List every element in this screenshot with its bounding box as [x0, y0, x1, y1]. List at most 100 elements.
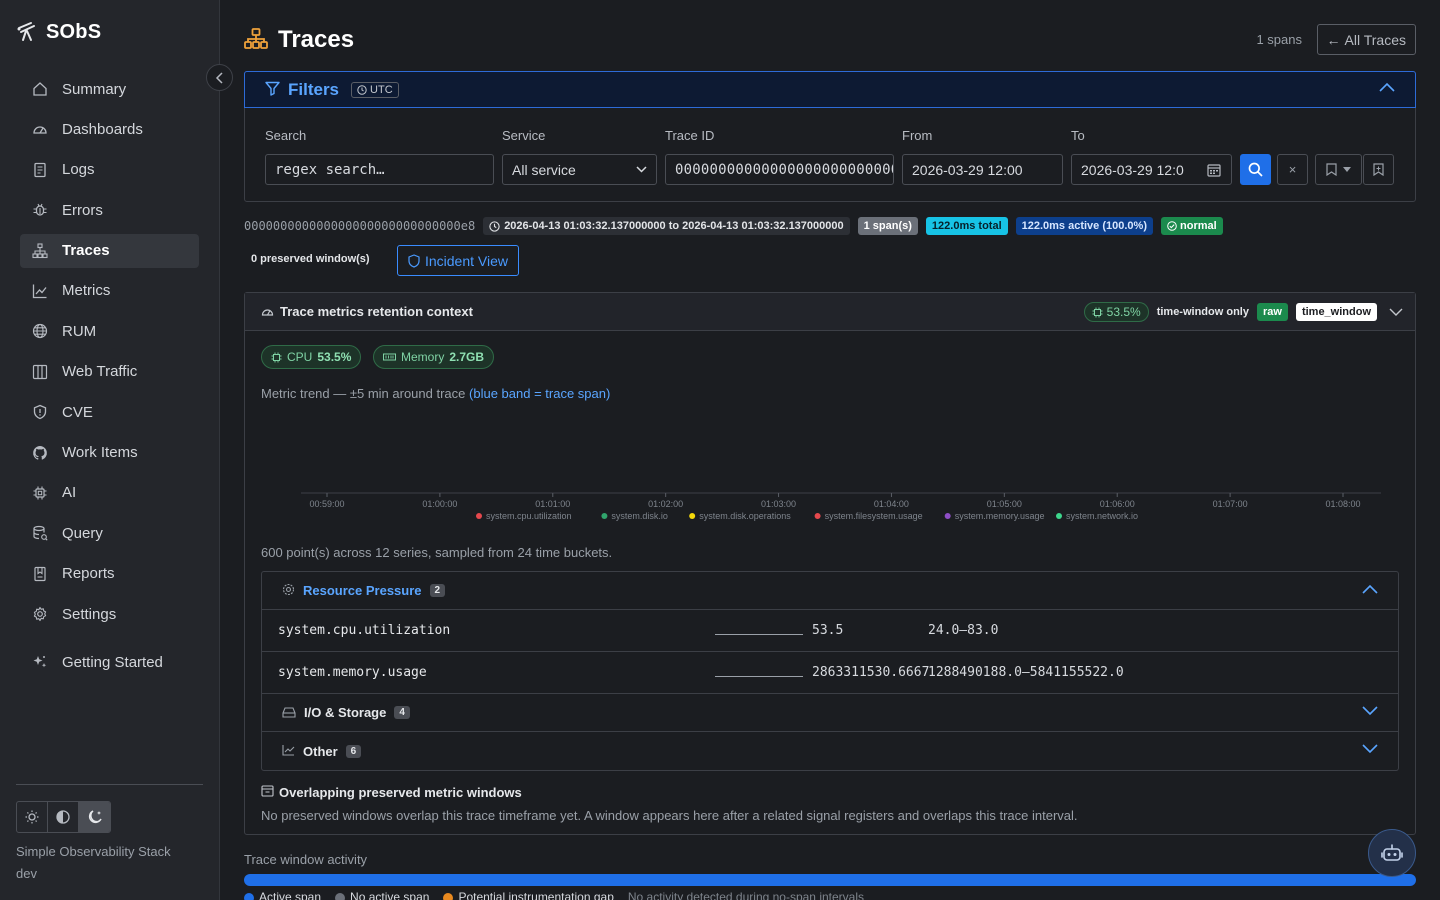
memory-pill: Memory 2.7GB — [373, 345, 495, 369]
archive-icon — [261, 785, 274, 800]
search-button[interactable] — [1240, 154, 1271, 185]
trace-summary: 000000000000000000000000000000e8 2026-04… — [244, 217, 1223, 235]
shield-icon — [408, 253, 420, 268]
group-title: Other — [303, 743, 338, 759]
legend-entry[interactable]: system.cpu.utilization — [476, 511, 572, 521]
sidebar-item-work-items[interactable]: Work Items — [20, 436, 199, 470]
legend-marker — [1056, 513, 1062, 519]
retention-badges: 53.5% time-window only raw time_window — [1083, 302, 1403, 322]
robot-icon — [1381, 844, 1403, 861]
legend-entry[interactable]: system.disk.io — [601, 511, 668, 521]
search-input[interactable]: regex search… — [265, 154, 494, 185]
legend-entry[interactable]: system.filesystem.usage — [814, 511, 923, 521]
legend-entry[interactable]: system.network.io — [1056, 511, 1138, 521]
sidebar-item-settings[interactable]: Settings — [20, 597, 199, 631]
x-tick-label: 01:02:00 — [648, 499, 683, 509]
sidebar-item-dashboards[interactable]: Dashboards — [20, 112, 199, 146]
legend-label: system.cpu.utilization — [486, 511, 572, 521]
cpu-pill-value: 53.5% — [317, 350, 352, 364]
saved-filters-dropdown[interactable] — [1315, 154, 1362, 185]
legend-label: Active span — [259, 890, 322, 900]
trend-note-band: (blue band = trace span) — [469, 386, 611, 401]
legend-marker — [814, 513, 821, 519]
save-filter-button[interactable] — [1363, 154, 1394, 185]
service-select[interactable]: All service — [502, 154, 657, 185]
all-traces-label: All Traces — [1344, 31, 1406, 48]
chevron-down-icon[interactable] — [1389, 308, 1403, 317]
sidebar-item-reports[interactable]: Reports — [20, 557, 199, 591]
sidebar-item-traces[interactable]: Traces — [20, 233, 199, 268]
sidebar-item-web-traffic[interactable]: Web Traffic — [20, 355, 199, 389]
x-tick-label: 01:03:00 — [761, 499, 796, 509]
sidebar-item-label: Metrics — [62, 282, 111, 300]
clock-icon — [489, 220, 500, 232]
brand[interactable]: SObS — [16, 20, 101, 45]
retention-panel-title: Trace metrics retention context — [280, 304, 473, 319]
bookmark-icon — [1326, 163, 1337, 176]
group-count: 2 — [429, 584, 446, 597]
metric-range: 24.0–83.0 — [928, 623, 999, 638]
globe-icon — [32, 323, 48, 339]
sidebar-item-rum[interactable]: RUM — [20, 314, 199, 348]
assistant-button[interactable] — [1368, 829, 1416, 877]
tagline: Simple Observability Stack — [16, 844, 171, 859]
trace-range-text: 2026-04-13 01:03:32.137000000 to 2026-04… — [504, 220, 844, 232]
x-tick-label: 01:01:00 — [535, 499, 570, 509]
sidebar-item-label: Errors — [62, 201, 103, 219]
x-tick-label: 01:05:00 — [987, 499, 1022, 509]
legend-marker — [476, 513, 482, 519]
sun-icon[interactable] — [17, 802, 48, 832]
sidebar-item-ai[interactable]: AI — [20, 476, 199, 510]
telescope-icon — [16, 20, 38, 45]
legend-marker — [944, 513, 951, 519]
group-count: 4 — [394, 706, 410, 719]
chevron-down-icon — [1362, 706, 1378, 716]
incident-view-button[interactable]: Incident View — [397, 245, 519, 276]
status-text: normal — [1180, 220, 1217, 232]
gear-icon — [32, 606, 48, 622]
to-input-value: 2026-03-29 12:0 — [1081, 161, 1184, 178]
gauge-icon — [261, 304, 274, 320]
sidebar-item-errors[interactable]: Errors — [20, 193, 199, 227]
legend-label: Potential instrumentation gap — [458, 890, 614, 900]
all-traces-button[interactable]: ← All Traces — [1316, 24, 1416, 55]
sidebar-item-metrics[interactable]: Metrics — [20, 274, 199, 308]
hard-drive-icon — [282, 705, 296, 721]
trace-id[interactable]: 000000000000000000000000000000e8 — [244, 219, 475, 233]
trace-id-input[interactable]: 000000000000000000000000000 — [665, 154, 894, 185]
group-title: Resource Pressure — [303, 583, 422, 598]
cpu-icon — [271, 352, 282, 362]
sidebar-collapse-button[interactable] — [206, 64, 233, 91]
sidebar: SObS Summary Dashboards Logs Errors Traces Me… — [0, 0, 220, 900]
filters-header[interactable]: Filters UTC — [244, 71, 1416, 108]
legend-label: system.filesystem.usage — [825, 511, 923, 521]
trend-note: Metric trend — ±5 min around trace (blue… — [261, 386, 610, 401]
sidebar-item-summary[interactable]: Summary — [20, 72, 199, 106]
clear-button[interactable]: × — [1277, 154, 1308, 185]
clock-icon — [357, 84, 367, 95]
group-other[interactable]: Other 6 — [262, 732, 1398, 770]
legend-entry[interactable]: system.memory.usage — [944, 511, 1045, 521]
status-badge: normal — [1161, 217, 1223, 235]
spans-count: 1 spans — [1256, 32, 1302, 47]
columns-icon — [32, 364, 48, 380]
group-resource-pressure[interactable]: Resource Pressure 2 — [262, 572, 1398, 610]
from-input[interactable]: 2026-03-29 12:00 — [902, 154, 1063, 185]
service-select-value: All service — [512, 161, 576, 178]
sidebar-item-getting-started[interactable]: Getting Started — [20, 645, 199, 679]
group-io-storage[interactable]: I/O & Storage 4 — [262, 694, 1398, 732]
database-icon — [32, 525, 48, 541]
chevron-up-icon[interactable] — [1379, 82, 1395, 92]
calendar-icon[interactable] — [1207, 163, 1221, 180]
retention-panel-header[interactable]: Trace metrics retention context 53.5% ti… — [245, 293, 1415, 331]
theme-toggle[interactable] — [16, 801, 111, 833]
legend-marker — [601, 513, 608, 519]
cpu-pill-label: CPU — [287, 350, 313, 364]
sidebar-item-cve[interactable]: CVE — [20, 395, 199, 429]
moon-icon[interactable] — [79, 802, 110, 832]
legend-entry[interactable]: system.disk.operations — [689, 511, 791, 521]
contrast-icon[interactable] — [48, 802, 79, 832]
sidebar-item-query[interactable]: Query — [20, 516, 199, 550]
sidebar-item-logs[interactable]: Logs — [20, 153, 199, 187]
memory-pill-value: 2.7GB — [449, 350, 485, 364]
